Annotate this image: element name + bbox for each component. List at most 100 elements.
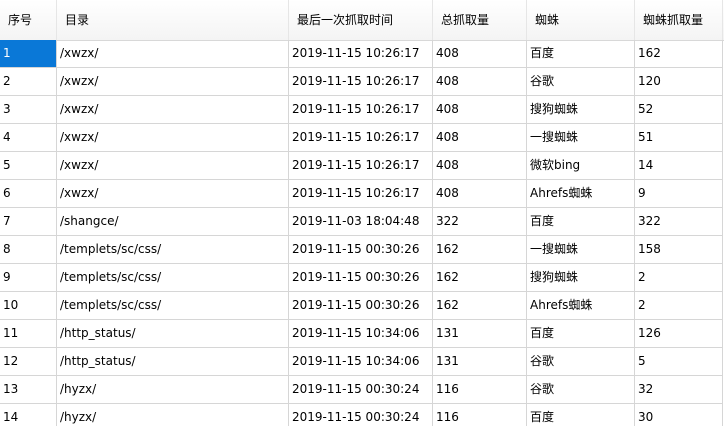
total-crawls-cell[interactable]: 131: [433, 320, 527, 348]
index-cell[interactable]: 3: [0, 96, 57, 124]
directory-cell[interactable]: /xwzx/: [57, 40, 289, 68]
last-crawl-time-cell[interactable]: 2019-11-15 10:26:17: [289, 152, 433, 180]
index-cell[interactable]: 7: [0, 208, 57, 236]
directory-cell[interactable]: /templets/sc/css/: [57, 292, 289, 320]
spider-crawls-cell[interactable]: 9: [635, 180, 723, 208]
spider-cell[interactable]: 搜狗蜘蛛: [527, 96, 635, 124]
table-row[interactable]: 12/http_status/2019-11-15 10:34:06 131 谷歌 5: [0, 348, 724, 376]
last-crawl-time-cell[interactable]: 2019-11-15 10:26:17: [289, 68, 433, 96]
spider-cell[interactable]: Ahrefs蜘蛛: [527, 292, 635, 320]
spider-cell[interactable]: 谷歌: [527, 376, 635, 404]
last-crawl-time-cell[interactable]: 2019-11-15 00:30:26: [289, 264, 433, 292]
total-crawls-cell[interactable]: 408: [433, 40, 527, 68]
spider-crawls-cell[interactable]: 2: [635, 292, 723, 320]
table-row[interactable]: 7/shangce/2019-11-03 18:04:48 322 百度 322: [0, 208, 724, 236]
directory-cell[interactable]: /xwzx/: [57, 152, 289, 180]
total-crawls-cell[interactable]: 408: [433, 68, 527, 96]
total-crawls-cell[interactable]: 408: [433, 124, 527, 152]
index-cell[interactable]: 5: [0, 152, 57, 180]
index-cell[interactable]: 1: [0, 40, 57, 68]
total-crawls-cell[interactable]: 116: [433, 376, 527, 404]
spider-crawls-cell[interactable]: 51: [635, 124, 723, 152]
table-row[interactable]: 10/templets/sc/css/2019-11-15 00:30:26 16…: [0, 292, 724, 320]
table-row[interactable]: 1/xwzx/2019-11-15 10:26:17 408 百度 162: [0, 40, 724, 68]
directory-cell[interactable]: /http_status/: [57, 348, 289, 376]
last-crawl-time-cell[interactable]: 2019-11-15 00:30:24: [289, 376, 433, 404]
directory-cell[interactable]: /shangce/: [57, 208, 289, 236]
table-row[interactable]: 9/templets/sc/css/2019-11-15 00:30:26 162…: [0, 264, 724, 292]
spider-cell[interactable]: 百度: [527, 208, 635, 236]
spider-crawls-cell[interactable]: 322: [635, 208, 723, 236]
last-crawl-time-cell[interactable]: 2019-11-15 00:30:24: [289, 404, 433, 426]
index-cell[interactable]: 9: [0, 264, 57, 292]
index-cell[interactable]: 10: [0, 292, 57, 320]
table-row[interactable]: 3/xwzx/2019-11-15 10:26:17 408 搜狗蜘蛛 52: [0, 96, 724, 124]
total-crawls-cell[interactable]: 162: [433, 236, 527, 264]
index-cell[interactable]: 14: [0, 404, 57, 426]
column-header-total-crawls[interactable]: 总抓取量: [433, 0, 527, 40]
spider-cell[interactable]: 百度: [527, 320, 635, 348]
index-cell[interactable]: 12: [0, 348, 57, 376]
total-crawls-cell[interactable]: 116: [433, 404, 527, 426]
last-crawl-time-cell[interactable]: 2019-11-15 10:26:17: [289, 96, 433, 124]
index-cell[interactable]: 11: [0, 320, 57, 348]
total-crawls-cell[interactable]: 408: [433, 96, 527, 124]
spider-crawls-cell[interactable]: 32: [635, 376, 723, 404]
spider-cell[interactable]: 一搜蜘蛛: [527, 236, 635, 264]
spider-cell[interactable]: 百度: [527, 404, 635, 426]
directory-cell[interactable]: /templets/sc/css/: [57, 236, 289, 264]
spider-crawls-cell[interactable]: 126: [635, 320, 723, 348]
column-header-last-crawl-time[interactable]: 最后一次抓取时间: [289, 0, 433, 40]
index-cell[interactable]: 2: [0, 68, 57, 96]
directory-cell[interactable]: /http_status/: [57, 320, 289, 348]
column-header-directory[interactable]: 目录: [57, 0, 289, 40]
table-row[interactable]: 6/xwzx/2019-11-15 10:26:17 408 Ahrefs蜘蛛 9: [0, 180, 724, 208]
column-header-index[interactable]: 序号: [0, 0, 57, 40]
last-crawl-time-cell[interactable]: 2019-11-15 10:26:17: [289, 40, 433, 68]
table-row[interactable]: 4/xwzx/2019-11-15 10:26:17 408 一搜蜘蛛 51: [0, 124, 724, 152]
spider-cell[interactable]: Ahrefs蜘蛛: [527, 180, 635, 208]
total-crawls-cell[interactable]: 162: [433, 264, 527, 292]
column-header-spider[interactable]: 蜘蛛: [527, 0, 635, 40]
directory-cell[interactable]: /xwzx/: [57, 180, 289, 208]
spider-crawls-cell[interactable]: 2: [635, 264, 723, 292]
spider-cell[interactable]: 微软bing: [527, 152, 635, 180]
directory-cell[interactable]: /templets/sc/css/: [57, 264, 289, 292]
table-row[interactable]: 2/xwzx/2019-11-15 10:26:17 408 谷歌 120: [0, 68, 724, 96]
table-row[interactable]: 14/hyzx/2019-11-15 00:30:24 116 百度 30: [0, 404, 724, 426]
last-crawl-time-cell[interactable]: 2019-11-15 10:26:17: [289, 180, 433, 208]
total-crawls-cell[interactable]: 131: [433, 348, 527, 376]
spider-crawls-cell[interactable]: 120: [635, 68, 723, 96]
index-cell[interactable]: 4: [0, 124, 57, 152]
total-crawls-cell[interactable]: 408: [433, 180, 527, 208]
index-cell[interactable]: 8: [0, 236, 57, 264]
table-row[interactable]: 5/xwzx/2019-11-15 10:26:17 408 微软bing 14: [0, 152, 724, 180]
spider-crawls-cell[interactable]: 162: [635, 40, 723, 68]
directory-cell[interactable]: /xwzx/: [57, 124, 289, 152]
spider-crawls-cell[interactable]: 158: [635, 236, 723, 264]
index-cell[interactable]: 13: [0, 376, 57, 404]
last-crawl-time-cell[interactable]: 2019-11-15 00:30:26: [289, 292, 433, 320]
table-row[interactable]: 8/templets/sc/css/2019-11-15 00:30:26 162…: [0, 236, 724, 264]
spider-cell[interactable]: 百度: [527, 40, 635, 68]
directory-cell[interactable]: /hyzx/: [57, 376, 289, 404]
directory-cell[interactable]: /hyzx/: [57, 404, 289, 426]
spider-crawls-cell[interactable]: 14: [635, 152, 723, 180]
directory-cell[interactable]: /xwzx/: [57, 96, 289, 124]
spider-crawls-cell[interactable]: 52: [635, 96, 723, 124]
last-crawl-time-cell[interactable]: 2019-11-15 10:26:17: [289, 124, 433, 152]
index-cell[interactable]: 6: [0, 180, 57, 208]
spider-cell[interactable]: 谷歌: [527, 348, 635, 376]
spider-crawls-cell[interactable]: 30: [635, 404, 723, 426]
last-crawl-time-cell[interactable]: 2019-11-15 10:34:06: [289, 348, 433, 376]
total-crawls-cell[interactable]: 322: [433, 208, 527, 236]
total-crawls-cell[interactable]: 408: [433, 152, 527, 180]
spider-crawls-cell[interactable]: 5: [635, 348, 723, 376]
last-crawl-time-cell[interactable]: 2019-11-03 18:04:48: [289, 208, 433, 236]
spider-cell[interactable]: 谷歌: [527, 68, 635, 96]
total-crawls-cell[interactable]: 162: [433, 292, 527, 320]
last-crawl-time-cell[interactable]: 2019-11-15 00:30:26: [289, 236, 433, 264]
last-crawl-time-cell[interactable]: 2019-11-15 10:34:06: [289, 320, 433, 348]
table-row[interactable]: 11/http_status/2019-11-15 10:34:06 131 百度 1…: [0, 320, 724, 348]
directory-cell[interactable]: /xwzx/: [57, 68, 289, 96]
